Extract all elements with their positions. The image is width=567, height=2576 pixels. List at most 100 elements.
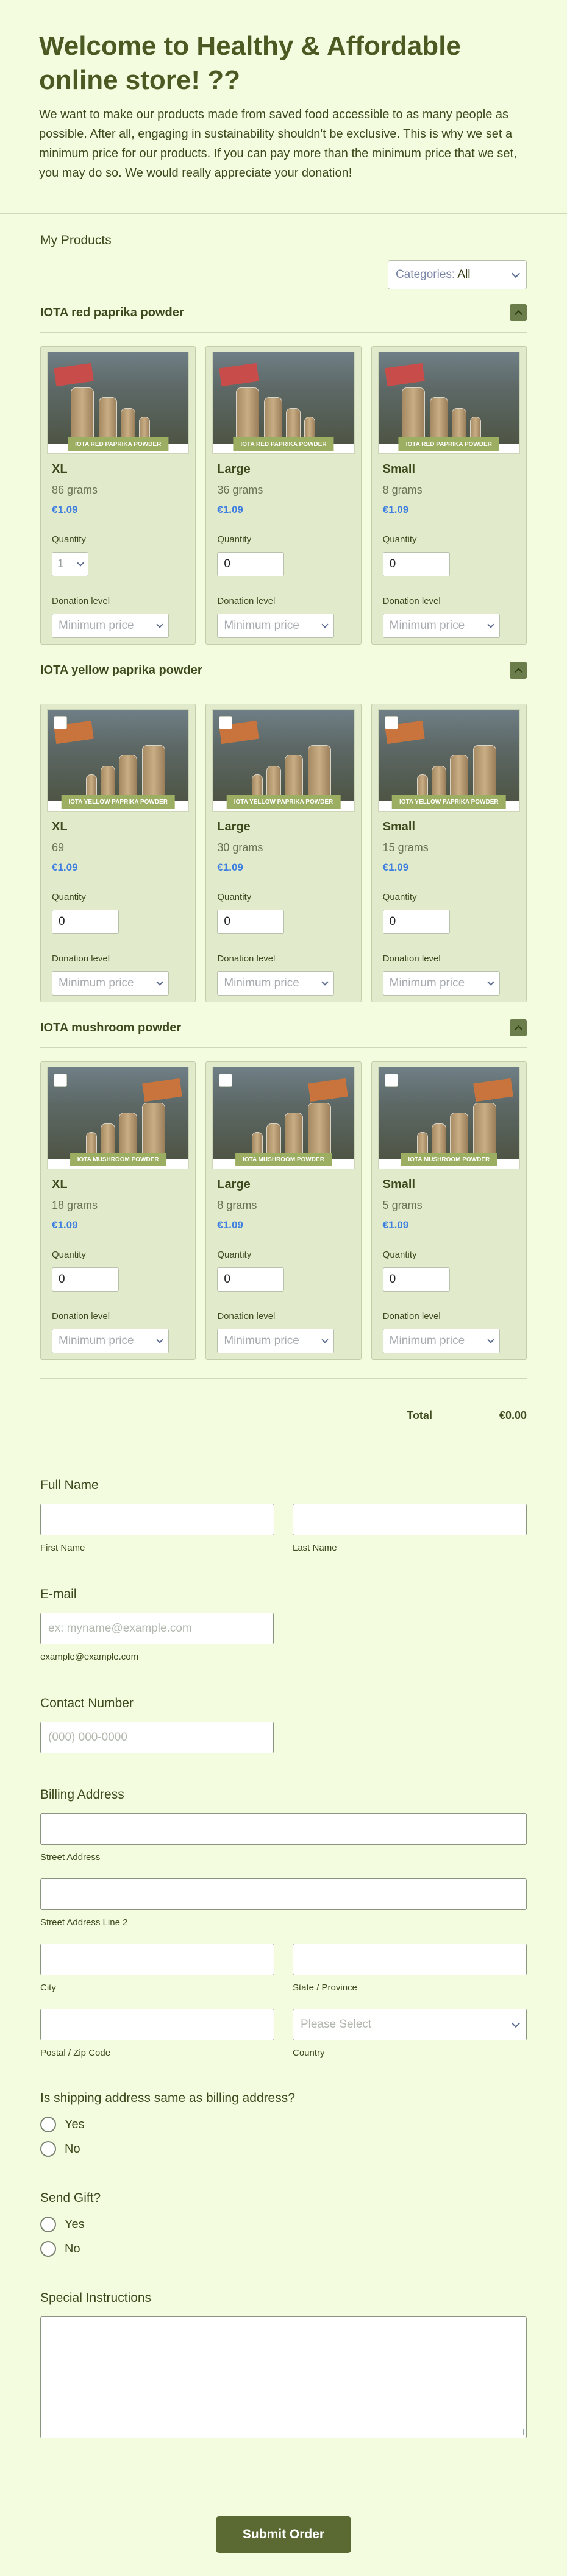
donation-placeholder: Minimum price [389,977,465,989]
donation-level-label: Donation level [217,954,276,964]
categories-value: All [457,268,471,281]
product-size: XL [52,1178,68,1191]
product-card: IOTA YELLOW PAPRIKA POWDER Large 30 grams €… [205,704,362,1002]
jar-graphic [264,397,283,444]
collapse-toggle-button[interactable] [510,1019,527,1036]
quantity-input[interactable]: 0 [217,552,285,576]
product-price: €1.09 [382,504,409,515]
postal-code-input[interactable] [40,2009,274,2040]
quantity-input[interactable]: 0 [217,910,285,934]
shipping-yes-radio[interactable]: Yes [40,2117,527,2132]
checkbox-icon[interactable] [219,716,233,729]
contact-number-input[interactable]: (000) 000-0000 [40,1722,274,1753]
shipping-no-radio[interactable]: No [40,2141,527,2157]
product-image: IOTA YELLOW PAPRIKA POWDER [212,709,355,812]
product-price: €1.09 [52,1219,78,1231]
street-address-sublabel: Street Address [40,1852,101,1863]
donation-level-select[interactable]: Minimum price [52,1329,169,1353]
billing-address-label: Billing Address [40,1788,124,1802]
chevron-up-icon [514,310,522,318]
quantity-label: Quantity [382,892,417,902]
product-weight: 8 grams [382,484,423,496]
product-size: Small [382,820,416,833]
donation-level-select[interactable]: Minimum price [382,614,500,638]
collapse-toggle-button[interactable] [510,662,527,679]
product-cards: IOTA RED PAPRIKA POWDER XL 86 grams €1.09 Qu… [40,346,527,645]
donation-level-select[interactable]: Minimum price [52,971,169,996]
gift-yes-radio[interactable]: Yes [40,2217,527,2232]
quantity-value: 0 [59,1273,65,1286]
donation-level-label: Donation level [52,1311,110,1322]
gift-question: Send Gift? [40,2191,101,2205]
product-group-title: IOTA red paprika powder [40,305,184,319]
checkbox-icon[interactable] [219,1074,233,1087]
chevron-down-icon [156,978,163,986]
chevron-down-icon [487,978,494,986]
quantity-input[interactable]: 0 [52,1267,119,1292]
special-instructions-textarea[interactable] [40,2316,527,2438]
radio-label: No [65,2242,80,2256]
order-form-page: Welcome to Healthy & Affordable online s… [0,0,567,2576]
donation-level-select[interactable]: Minimum price [382,1329,500,1353]
quantity-input[interactable]: 0 [382,910,450,934]
product-image: IOTA MUSHROOM POWDER [212,1067,355,1169]
product-image: IOTA YELLOW PAPRIKA POWDER [47,709,190,812]
categories-select[interactable]: Categories: All [388,260,527,289]
donation-level-select[interactable]: Minimum price [382,971,500,996]
quantity-select[interactable]: 1 [52,552,88,576]
quantity-label: Quantity [382,1250,417,1260]
country-select[interactable]: Please Select [293,2009,527,2040]
product-weight: 69 [52,841,65,854]
products-section: My Products Categories: All IOTA red pap… [0,233,567,1422]
gift-no-radio[interactable]: No [40,2241,527,2257]
last-name-input[interactable] [293,1504,527,1535]
quantity-value: 1 [57,557,64,570]
donation-placeholder: Minimum price [224,619,299,632]
product-banner: IOTA RED PAPRIKA POWDER [398,437,499,451]
checkbox-icon[interactable] [54,716,67,729]
donation-level-select[interactable]: Minimum price [52,614,169,638]
city-input[interactable] [40,1944,274,1975]
product-card: IOTA RED PAPRIKA POWDER Large 36 grams €1.0… [205,346,362,645]
products-title: My Products [40,233,112,247]
product-weight: 15 grams [382,841,429,854]
checkbox-icon[interactable] [384,716,398,729]
quantity-input[interactable]: 0 [52,910,119,934]
product-weight: 8 grams [217,1199,257,1211]
submit-order-button[interactable]: Submit Order [216,2516,351,2553]
checkbox-icon[interactable] [384,1074,398,1087]
radio-circle-icon [40,2117,56,2132]
total-label: Total [407,1409,432,1421]
email-input[interactable]: ex: myname@example.com [40,1613,274,1644]
product-size: Small [382,1178,416,1191]
product-image: IOTA RED PAPRIKA POWDER [212,352,355,454]
city-sublabel: City [40,1983,56,1993]
email-label: E-mail [40,1587,77,1601]
quantity-value: 0 [389,1273,396,1286]
donation-level-select[interactable]: Minimum price [217,614,335,638]
street-address-2-input[interactable] [40,1878,527,1910]
street-address-input[interactable] [40,1813,527,1845]
quantity-input[interactable]: 0 [382,1267,450,1292]
resize-grip-icon[interactable] [518,2429,524,2435]
jar-graphic [142,745,166,801]
quantity-value: 0 [224,1273,230,1286]
quantity-label: Quantity [52,892,86,902]
quantity-input[interactable]: 0 [217,1267,285,1292]
quantity-label: Quantity [52,534,86,545]
product-banner: IOTA MUSHROOM POWDER [235,1153,332,1166]
product-banner: IOTA YELLOW PAPRIKA POWDER [226,795,341,809]
contact-number-label: Contact Number [40,1696,134,1710]
quantity-value: 0 [389,557,396,570]
donation-level-select[interactable]: Minimum price [217,971,335,996]
first-name-input[interactable] [40,1504,274,1535]
chevron-down-icon [511,2019,521,2028]
quantity-input[interactable]: 0 [382,552,450,576]
jar-graphic [119,755,138,801]
state-input[interactable] [293,1944,527,1975]
collapse-toggle-button[interactable] [510,304,527,321]
radio-label: Yes [65,2217,85,2231]
product-weight: 5 grams [382,1199,423,1211]
checkbox-icon[interactable] [54,1074,67,1087]
donation-level-select[interactable]: Minimum price [217,1329,335,1353]
